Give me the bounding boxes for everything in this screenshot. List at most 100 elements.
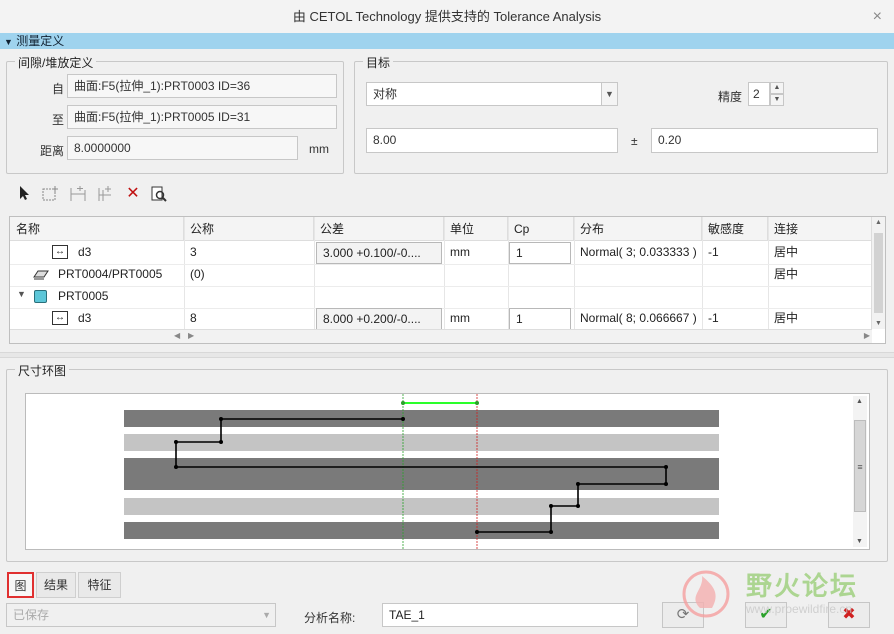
delete-icon[interactable]: ✕ <box>124 185 142 203</box>
part-band <box>124 458 719 490</box>
part-icon <box>34 290 47 303</box>
watermark-title: 野火论坛 <box>746 571 859 601</box>
section-title: 测量定义 <box>16 34 65 48</box>
cell-distribution: Normal( 8; 0.066667 ) <box>580 311 697 325</box>
target-type-dropdown[interactable]: 对称 ▼ <box>366 82 618 106</box>
scroll-right-icon[interactable]: ▶ <box>188 331 194 340</box>
to-label: 至 <box>52 113 65 127</box>
scroll-thumb[interactable]: ≡ <box>854 420 866 512</box>
target-tolerance-field[interactable]: 0.20 <box>651 128 878 153</box>
diagram-vertical-scrollbar[interactable]: ▲ ≡ ▼ <box>853 396 867 547</box>
table-horizontal-scrollbar[interactable]: ◀ ▶ ▶ <box>10 329 872 343</box>
cell-name: d3 <box>78 245 92 259</box>
cell-cp[interactable]: 1 <box>509 308 571 330</box>
dimension-icon: ↔ <box>52 311 68 325</box>
tab-diagram[interactable]: 图 <box>7 572 34 598</box>
from-label: 自 <box>52 82 65 96</box>
target-group: 目标 <box>354 54 888 174</box>
precision-label: 精度 <box>718 90 743 104</box>
part-band <box>124 410 719 427</box>
from-reference-field[interactable]: 曲面:F5(拉伸_1):PRT0003 ID=36 <box>67 74 337 98</box>
distance-label: 距离 <box>40 144 65 158</box>
cell-tolerance[interactable]: 3.000 +0.100/-0.... <box>316 242 442 264</box>
scroll-down-icon[interactable]: ▼ <box>875 320 882 327</box>
distance-field: 8.0000000 <box>67 136 298 160</box>
distance-unit: mm <box>309 142 329 156</box>
window-title: 由 CETOL Technology 提供支持的 Tolerance Analy… <box>292 9 602 24</box>
cell-distribution: Normal( 3; 0.033333 ) <box>580 245 697 259</box>
cell-unit: mm <box>450 245 470 259</box>
insert-icon[interactable] <box>96 185 114 203</box>
cell-cp[interactable]: 1 <box>509 242 571 264</box>
scroll-left-icon[interactable]: ◀ <box>174 331 180 340</box>
column-header-link[interactable]: 连接 <box>768 217 872 241</box>
precision-up-icon[interactable]: ▲ <box>770 82 784 94</box>
target-type-value: 对称 <box>373 87 398 101</box>
table-vertical-scrollbar[interactable]: ▲ ▼ <box>871 217 885 329</box>
row-divider <box>10 286 872 287</box>
scroll-down-icon[interactable]: ▼ <box>856 538 863 545</box>
scroll-right-end-icon[interactable]: ▶ <box>864 331 870 340</box>
panel-splitter[interactable] <box>0 352 894 358</box>
measure-icon[interactable] <box>69 185 87 203</box>
expand-chevron-icon[interactable]: ▼ <box>17 289 26 299</box>
analysis-name-input[interactable]: TAE_1 <box>382 603 638 627</box>
chevron-down-icon[interactable]: ▼ <box>262 604 271 626</box>
add-dimension-icon[interactable] <box>41 185 59 203</box>
target-nominal-field[interactable]: 8.00 <box>366 128 618 153</box>
dimension-loop-diagram[interactable]: ▲ ≡ ▼ <box>25 393 870 550</box>
cell-name: d3 <box>78 311 92 325</box>
flame-logo-icon <box>682 570 730 618</box>
select-arrow-icon[interactable] <box>15 185 33 203</box>
tab-results[interactable]: 结果 <box>36 572 76 598</box>
section-header-measure-definition[interactable]: ▼ 测量定义 <box>0 33 894 49</box>
stack-icon <box>32 268 50 280</box>
loop-diagram-canvas <box>124 394 719 549</box>
save-state-value: 已保存 <box>13 608 50 622</box>
scroll-thumb[interactable] <box>874 233 883 313</box>
preview-icon[interactable] <box>150 185 168 203</box>
part-band <box>124 522 719 539</box>
part-band <box>124 498 719 515</box>
cell-unit: mm <box>450 311 470 325</box>
cell-sensitivity: -1 <box>708 245 719 259</box>
column-header-tolerance[interactable]: 公差 <box>314 217 444 241</box>
cell-sensitivity: -1 <box>708 311 719 325</box>
cell-link: 居中 <box>774 245 799 259</box>
collapse-toggle-icon[interactable]: ▼ <box>4 37 13 47</box>
cell-link: 居中 <box>774 311 799 325</box>
target-group-title: 目标 <box>363 54 394 71</box>
cell-name: PRT0005 <box>58 289 109 303</box>
column-header-unit[interactable]: 单位 <box>444 217 508 241</box>
cell-name: PRT0004/PRT0005 <box>58 267 163 281</box>
column-divider <box>314 217 315 329</box>
column-header-sensitivity[interactable]: 敏感度 <box>702 217 768 241</box>
dimensions-table: 名称 公称 公差 单位 Cp 分布 敏感度 连接 ↔ d3 3 3.000 +0… <box>9 216 886 344</box>
column-header-distribution[interactable]: 分布 <box>574 217 702 241</box>
to-reference-field[interactable]: 曲面:F5(拉伸_1):PRT0005 ID=31 <box>67 105 337 129</box>
close-icon[interactable]: × <box>873 0 882 34</box>
watermark-url: www.proewildfire.cn <box>746 602 853 616</box>
cell-tolerance[interactable]: 8.000 +0.200/-0.... <box>316 308 442 330</box>
plus-minus-label: ± <box>631 134 638 148</box>
tab-features[interactable]: 特征 <box>78 572 121 598</box>
cell-nominal: 3 <box>190 245 197 259</box>
dimension-loop-title: 尺寸环图 <box>15 362 70 379</box>
cell-nominal: 8 <box>190 311 197 325</box>
window-title-bar: 由 CETOL Technology 提供支持的 Tolerance Analy… <box>0 0 894 34</box>
column-header-name[interactable]: 名称 <box>10 217 184 241</box>
save-state-dropdown[interactable]: 已保存 ▼ <box>6 603 276 627</box>
scroll-up-icon[interactable]: ▲ <box>856 398 863 405</box>
analysis-name-label: 分析名称: <box>304 611 356 625</box>
cell-link: 居中 <box>774 267 799 281</box>
column-header-cp[interactable]: Cp <box>508 217 574 241</box>
chevron-down-icon[interactable]: ▼ <box>601 83 617 105</box>
cell-nominal: (0) <box>190 267 205 281</box>
precision-field[interactable]: 2 <box>748 82 770 106</box>
dimension-icon: ↔ <box>52 245 68 259</box>
forum-watermark: 野火论坛 www.proewildfire.cn <box>680 564 890 626</box>
column-header-nominal[interactable]: 公称 <box>184 217 314 241</box>
clearance-group-title: 间隙/堆放定义 <box>15 54 97 71</box>
scroll-up-icon[interactable]: ▲ <box>875 219 882 226</box>
precision-down-icon[interactable]: ▼ <box>770 94 784 106</box>
